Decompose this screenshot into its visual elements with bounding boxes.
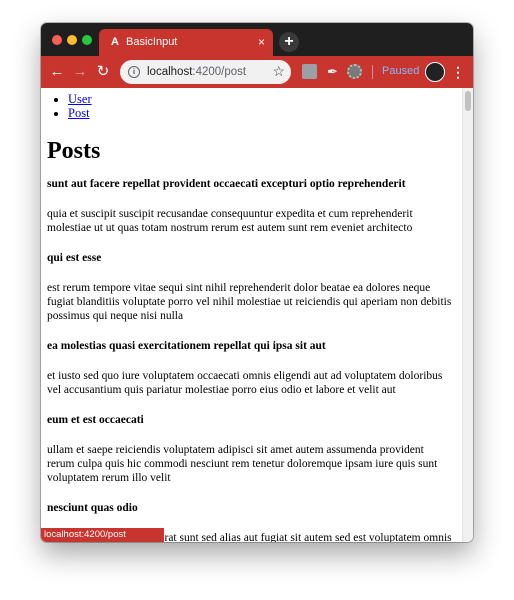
nav-link-post[interactable]: Post [68,106,90,120]
post-title: eum et est occaecati [47,414,144,426]
close-window-button[interactable] [52,35,62,45]
vertical-scrollbar[interactable] [462,88,473,542]
back-arrow-icon[interactable]: ← [47,62,67,82]
url-text[interactable]: localhost:4200/post [147,65,246,79]
post-item: qui est esse est rerum tempore vitae seq… [47,251,452,323]
post-title: qui est esse [47,252,102,264]
extension-icon[interactable] [302,64,317,79]
address-bar[interactable]: i localhost:4200/post ☆ [120,60,291,84]
post-title: ea molestias quasi exercitationem repell… [47,340,326,352]
post-body: ullam et saepe reiciendis voluptatem adi… [47,444,438,484]
nav-list: User Post [46,92,92,120]
nav-item: Post [68,106,92,120]
post-item: ea molestias quasi exercitationem repell… [47,339,452,397]
info-icon[interactable]: i [128,66,140,78]
posts-list: sunt aut facere repellat provident occae… [47,177,452,542]
angular-icon: A [111,36,119,48]
nav-link-user[interactable]: User [68,92,92,106]
close-tab-icon[interactable]: × [258,35,265,49]
post-title: sunt aut facere repellat provident occae… [47,178,406,190]
page-title: Posts [47,138,101,164]
eyedropper-extension-icon[interactable]: ✒ [325,64,340,79]
status-bar-url: localhost:4200/post [41,528,164,542]
scrollbar-thumb[interactable] [465,91,471,111]
toolbar-divider [372,65,373,79]
minimize-window-button[interactable] [67,35,77,45]
reload-icon[interactable]: ↻ [93,62,113,82]
post-item: sunt aut facere repellat provident occae… [47,177,452,235]
title-bar: A BasicInput × + [41,23,473,56]
post-body: est rerum tempore vitae sequi sint nihil… [47,282,452,322]
tab-title: BasicInput [126,36,178,48]
page-content: User Post Posts sunt aut facere repellat… [41,88,462,542]
forward-arrow-icon[interactable]: → [70,62,90,82]
post-body: quia et suscipit suscipit recusandae con… [47,208,413,234]
browser-toolbar: ← → ↻ i localhost:4200/post ☆ ✒ Paused ⋮ [41,56,473,88]
profile-avatar[interactable] [425,62,445,82]
browser-window: A BasicInput × + ← → ↻ i localhost:4200/… [41,23,473,542]
bookmark-star-icon[interactable]: ☆ [272,64,285,79]
menu-dots-icon[interactable]: ⋮ [451,63,465,81]
post-title: nesciunt quas odio [47,502,138,514]
new-tab-button[interactable]: + [279,32,299,52]
post-body: et iusto sed quo iure voluptatem occaeca… [47,370,443,396]
settings-extension-icon[interactable] [347,64,362,79]
tab-basicinput[interactable]: A BasicInput × [99,29,273,56]
zoom-window-button[interactable] [82,35,92,45]
paused-label[interactable]: Paused [382,64,419,79]
nav-item: User [68,92,92,106]
post-item: eum et est occaecati ullam et saepe reic… [47,413,452,485]
